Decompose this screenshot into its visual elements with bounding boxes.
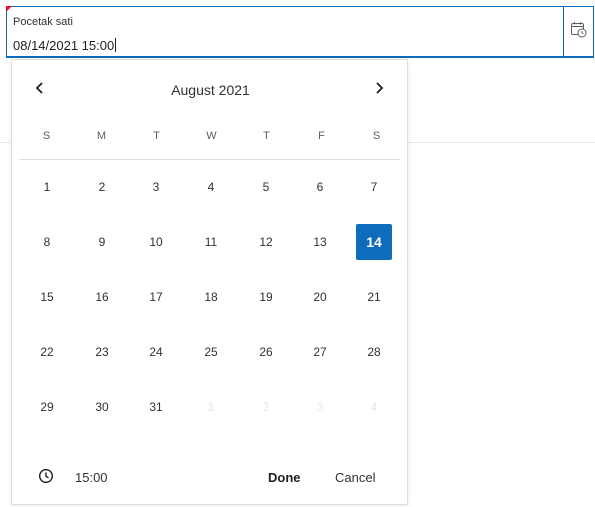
weekday-label: T bbox=[153, 130, 160, 142]
day-cell-next-month[interactable]: 2 bbox=[248, 389, 284, 425]
day-cell[interactable]: 8 bbox=[29, 224, 65, 260]
date-time-value: 08/14/2021 15:00 bbox=[13, 38, 115, 53]
weekday-label: F bbox=[318, 130, 325, 142]
day-cell[interactable]: 31 bbox=[138, 389, 174, 425]
next-month-button[interactable] bbox=[367, 78, 391, 102]
day-cell[interactable]: 2 bbox=[84, 169, 120, 205]
field-label: Pocetak sati bbox=[13, 16, 73, 28]
day-cell-next-month[interactable]: 1 bbox=[193, 389, 229, 425]
month-title: August 2021 bbox=[171, 82, 250, 98]
done-button[interactable]: Done bbox=[268, 470, 301, 485]
day-cell[interactable]: 16 bbox=[84, 279, 120, 315]
weekday-header: S M T W T F S bbox=[19, 130, 404, 150]
day-cell[interactable]: 24 bbox=[138, 334, 174, 370]
day-cell[interactable]: 29 bbox=[29, 389, 65, 425]
weekday-label: S bbox=[372, 130, 381, 142]
day-cell[interactable]: 4 bbox=[193, 169, 229, 205]
time-picker-value[interactable]: 15:00 bbox=[75, 470, 108, 485]
day-cell[interactable]: 17 bbox=[138, 279, 174, 315]
day-cell[interactable]: 28 bbox=[356, 334, 392, 370]
day-cell[interactable]: 18 bbox=[193, 279, 229, 315]
weekday-divider bbox=[19, 159, 400, 160]
weekday-label: S bbox=[42, 130, 51, 142]
weekday-label: T bbox=[263, 130, 270, 142]
day-cell[interactable]: 21 bbox=[356, 279, 392, 315]
start-time-field[interactable]: Pocetak sati 08/14/2021 15:00 bbox=[6, 6, 594, 58]
chevron-right-icon bbox=[374, 81, 384, 99]
text-caret bbox=[115, 38, 117, 52]
day-cell[interactable]: 25 bbox=[193, 334, 229, 370]
day-cell[interactable]: 6 bbox=[302, 169, 338, 205]
day-cell[interactable]: 22 bbox=[29, 334, 65, 370]
calendar-footer: 15:00 Done Cancel bbox=[12, 462, 409, 496]
cancel-button[interactable]: Cancel bbox=[335, 470, 375, 485]
day-cell[interactable]: 11 bbox=[193, 224, 229, 260]
required-marker bbox=[6, 6, 12, 12]
day-cell-next-month[interactable]: 3 bbox=[302, 389, 338, 425]
day-cell[interactable]: 3 bbox=[138, 169, 174, 205]
day-cell[interactable]: 12 bbox=[248, 224, 284, 260]
day-cell-selected[interactable]: 14 bbox=[356, 224, 392, 260]
day-cell-next-month[interactable]: 4 bbox=[356, 389, 392, 425]
weekday-label: W bbox=[206, 130, 217, 142]
day-cell[interactable]: 13 bbox=[302, 224, 338, 260]
calendar-clock-icon bbox=[570, 21, 587, 43]
calendar-popup: August 2021 S M T W T F S 1 2 3 4 5 6 7 … bbox=[11, 59, 408, 505]
day-cell[interactable]: 10 bbox=[138, 224, 174, 260]
day-cell[interactable]: 7 bbox=[356, 169, 392, 205]
weekday-label: M bbox=[96, 130, 107, 142]
day-cell[interactable]: 30 bbox=[84, 389, 120, 425]
date-time-input[interactable]: 08/14/2021 15:00 bbox=[13, 38, 117, 53]
day-cell[interactable]: 1 bbox=[29, 169, 65, 205]
day-cell[interactable]: 15 bbox=[29, 279, 65, 315]
day-cell[interactable]: 23 bbox=[84, 334, 120, 370]
day-cell[interactable]: 20 bbox=[302, 279, 338, 315]
open-calendar-button[interactable] bbox=[563, 7, 593, 57]
day-cell[interactable]: 5 bbox=[248, 169, 284, 205]
clock-icon bbox=[38, 468, 54, 484]
day-cell[interactable]: 9 bbox=[84, 224, 120, 260]
day-cell[interactable]: 27 bbox=[302, 334, 338, 370]
day-cell[interactable]: 19 bbox=[248, 279, 284, 315]
day-cell[interactable]: 26 bbox=[248, 334, 284, 370]
